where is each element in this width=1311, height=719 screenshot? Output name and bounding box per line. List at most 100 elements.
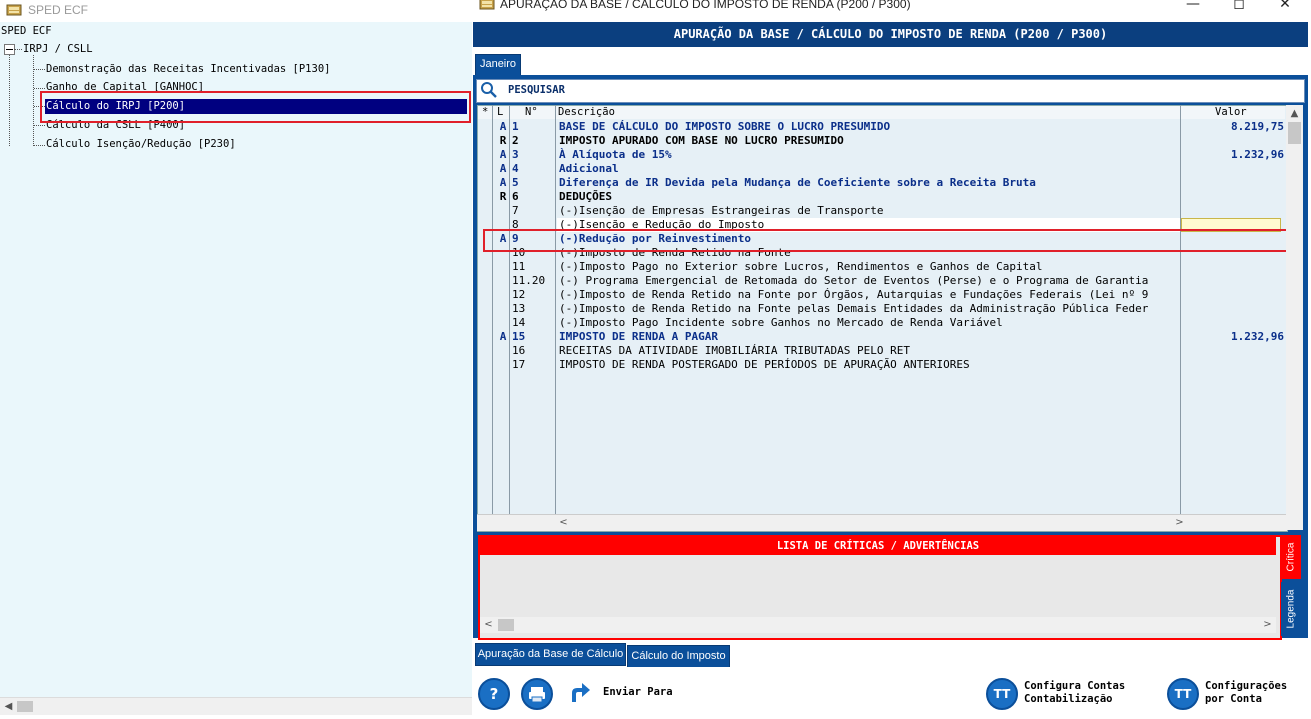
row-value[interactable] (1182, 274, 1284, 288)
row-value[interactable] (1182, 204, 1284, 218)
row-number: 2 (512, 134, 519, 147)
row-number: 4 (512, 162, 519, 175)
table-row[interactable]: 16 RECEITAS DA ATIVIDADE IMOBILIÁRIA TRIB… (478, 344, 1285, 358)
tree-item-p230[interactable]: Cálculo Isenção/Redução [P230] (46, 138, 236, 150)
tab-calculo-imposto[interactable]: Cálculo do Imposto (627, 645, 730, 668)
highlight-box-row-9 (483, 229, 1302, 252)
scroll-thumb[interactable] (498, 619, 514, 631)
scroll-thumb[interactable] (17, 701, 33, 712)
app-icon (479, 0, 495, 14)
row-flag: A (499, 330, 507, 343)
grid-horizontal-scrollbar[interactable]: < > (477, 514, 1286, 531)
scroll-up-icon[interactable]: ▲ (1286, 105, 1303, 122)
row-description: IMPOSTO APURADO COM BASE NO LUCRO PRESUM… (559, 134, 844, 147)
highlight-box-tree (40, 91, 471, 123)
row-value[interactable] (1182, 302, 1284, 316)
table-row[interactable]: R 2 IMPOSTO APURADO COM BASE NO LUCRO PRES… (478, 134, 1285, 148)
search-label: PESQUISAR (508, 84, 565, 96)
table-row[interactable]: A 5 Diferença de IR Devida pela Mudança de… (478, 176, 1285, 190)
row-description: IMPOSTO DE RENDA POSTERGADO DE PERÍODOS … (559, 358, 970, 371)
row-value[interactable] (1182, 176, 1284, 190)
col-l: L (497, 106, 504, 118)
table-row[interactable]: 7 (-)Isenção de Empresas Estrangeiras de … (478, 204, 1285, 218)
tab-apuracao-base[interactable]: Apuração da Base de Cálculo (475, 643, 626, 666)
scroll-thumb[interactable] (1288, 122, 1301, 144)
tab-janeiro[interactable]: Janeiro (475, 54, 521, 76)
tab-legenda[interactable]: Legenda (1281, 582, 1301, 636)
configuracoes-button[interactable]: TT (1167, 678, 1199, 710)
row-flag: R (499, 134, 507, 147)
table-row[interactable]: A 1 BASE DE CÁLCULO DO IMPOSTO SOBRE O LUC… (478, 120, 1285, 134)
table-row[interactable]: 13 (-)Imposto de Renda Retido na Fonte pe… (478, 302, 1285, 316)
tree-group-irpj-csll[interactable]: IRPJ / CSLL (23, 43, 93, 55)
row-value[interactable]: 8.219,75 (1182, 120, 1284, 134)
row-value[interactable] (1182, 344, 1284, 358)
criticas-horizontal-scrollbar[interactable]: < > (480, 617, 1276, 633)
col-descricao[interactable]: Descrição (558, 106, 615, 118)
grid-vertical-scrollbar[interactable]: ▲ (1286, 105, 1303, 530)
tree-view[interactable]: SPED ECF IRPJ / CSLL Demonstração das Re… (0, 22, 472, 697)
row-flag: A (499, 120, 507, 133)
scroll-right-icon[interactable]: > (1259, 616, 1276, 633)
scroll-left-icon[interactable]: < (480, 616, 497, 633)
row-number: 15 (512, 330, 526, 343)
row-flag (496, 344, 510, 358)
row-value[interactable] (1182, 190, 1284, 204)
row-description: (-)Isenção de Empresas Estrangeiras de T… (559, 204, 884, 217)
row-number: 13 (512, 302, 526, 315)
configuracoes-label-1[interactable]: Configurações (1205, 680, 1287, 693)
table-row[interactable]: 12 (-)Imposto de Renda Retido na Fonte po… (478, 288, 1285, 302)
row-flag (496, 260, 510, 274)
row-number: 11 (512, 260, 526, 273)
row-flag (496, 316, 510, 330)
row-number: 5 (512, 176, 519, 189)
search-input[interactable] (476, 79, 1305, 103)
configura-contas-label-2[interactable]: Contabilização (1024, 693, 1113, 706)
enviar-para-label[interactable]: Enviar Para (603, 686, 673, 699)
row-value[interactable]: 1.232,96 (1182, 330, 1284, 344)
table-row[interactable]: 11.20 (-) Programa Emergencial de Retomad… (478, 274, 1285, 288)
row-description: (-)Imposto Pago no Exterior sobre Lucros… (559, 260, 1043, 273)
row-value[interactable]: 1.232,96 (1182, 148, 1284, 162)
table-row[interactable]: 14 (-)Imposto Pago Incidente sobre Ganhos… (478, 316, 1285, 330)
left-horizontal-scrollbar[interactable]: ◀ (0, 697, 472, 715)
row-value[interactable] (1182, 134, 1284, 148)
tree-item-p130[interactable]: Demonstração das Receitas Incentivadas [… (46, 63, 330, 75)
table-row[interactable]: A3 À Alíquota de 15% 1.232,96 (478, 148, 1285, 162)
row-description: À Alíquota de 15% (559, 148, 672, 161)
tab-critica[interactable]: Crítica (1281, 535, 1301, 579)
table-row[interactable]: 17 IMPOSTO DE RENDA POSTERGADO DE PERÍODO… (478, 358, 1285, 372)
print-button[interactable] (521, 678, 553, 710)
col-valor[interactable]: Valor (1215, 106, 1247, 118)
tree-root[interactable]: SPED ECF (1, 25, 52, 37)
row-value[interactable] (1182, 316, 1284, 330)
row-number: 14 (512, 316, 526, 329)
month-tab-strip (473, 47, 1308, 75)
row-description: (-)Imposto de Renda Retido na Fonte por … (559, 288, 1149, 301)
row-value[interactable] (1182, 162, 1284, 176)
scroll-left-icon[interactable]: ◀ (0, 698, 17, 715)
table-row[interactable]: R 6 DEDUÇÕES (478, 190, 1285, 204)
scroll-left-icon[interactable]: < (555, 514, 572, 531)
scroll-right-icon[interactable]: > (1171, 514, 1188, 531)
help-button[interactable]: ? (478, 678, 510, 710)
send-arrow-icon[interactable] (567, 680, 593, 709)
table-row[interactable]: A 15 IMPOSTO DE RENDA A PAGAR 1.232,96 (478, 330, 1285, 344)
configura-contas-label-1[interactable]: Configura Contas (1024, 680, 1125, 693)
search-icon[interactable] (480, 81, 498, 102)
close-icon[interactable]: ✕ (1262, 0, 1308, 18)
row-value[interactable] (1182, 260, 1284, 274)
app-icon (6, 3, 22, 17)
row-value[interactable] (1182, 358, 1284, 372)
minimize-icon[interactable]: — (1170, 0, 1216, 18)
configuracoes-label-2[interactable]: por Conta (1205, 693, 1262, 706)
row-description: DEDUÇÕES (559, 190, 612, 203)
row-flag: R (499, 190, 507, 203)
maximize-icon[interactable]: ◻ (1216, 0, 1262, 18)
table-row[interactable]: 11 (-)Imposto Pago no Exterior sobre Lucr… (478, 260, 1285, 274)
table-row[interactable]: A 4 Adicional (478, 162, 1285, 176)
configura-contas-button[interactable]: TT (986, 678, 1018, 710)
row-number: 3 (512, 148, 519, 161)
row-value[interactable] (1182, 288, 1284, 302)
row-number: 11.20 (512, 274, 546, 287)
